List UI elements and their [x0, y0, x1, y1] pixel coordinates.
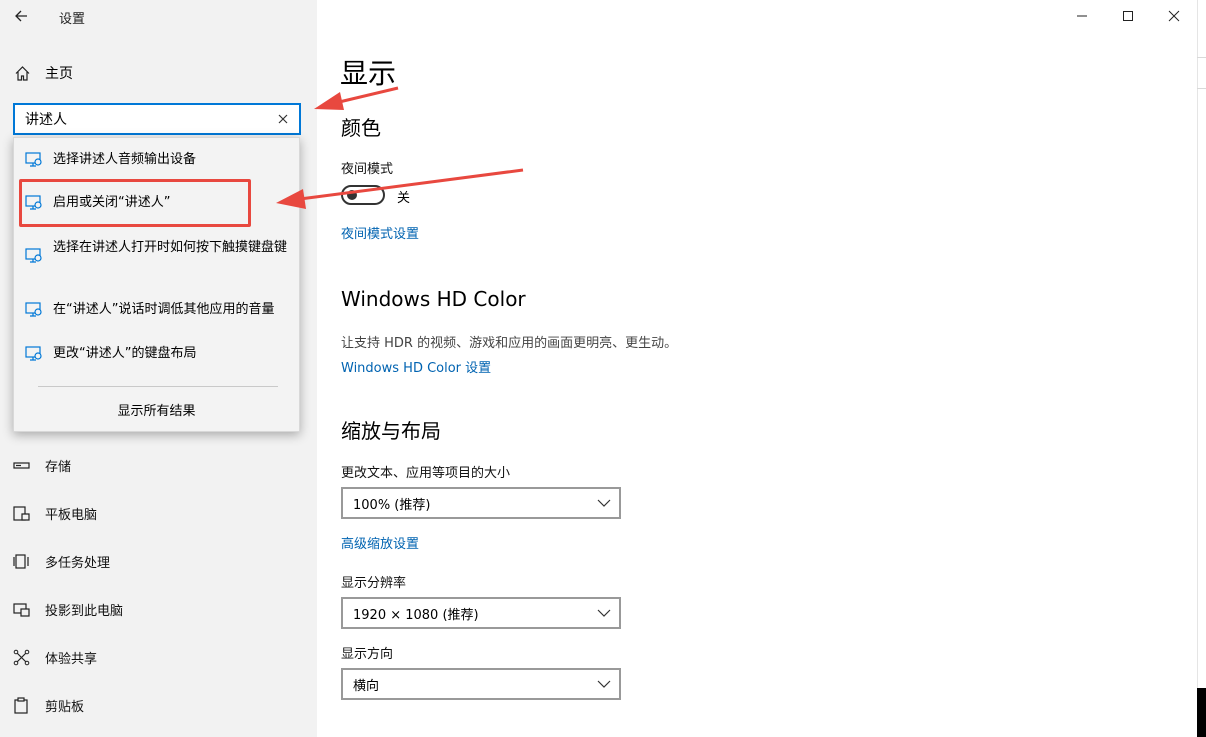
orientation-label: 显示方向	[341, 647, 394, 662]
scale-label: 更改文本、应用等项目的大小	[341, 466, 511, 481]
settings-window: 设置 主页 存储 平板电脑 多任务处理 投影到此电脑 体验共享 剪贴板 讲述人 …	[0, 0, 1197, 737]
nav-item-shared-experiences[interactable]: 体验共享	[13, 648, 97, 667]
hd-color-settings-link[interactable]: Windows HD Color 设置	[341, 357, 491, 376]
suggestion-item[interactable]: 选择讲述人音频输出设备	[14, 150, 299, 169]
shared-experiences-icon	[13, 649, 30, 666]
resolution-value: 1920 × 1080 (推荐)	[353, 607, 479, 623]
monitor-settings-icon	[25, 346, 42, 361]
night-light-toggle[interactable]	[341, 185, 385, 205]
clipboard-icon	[14, 697, 28, 714]
color-section-heading: 颜色	[341, 116, 381, 140]
suggestion-label: 更改“讲述人”的键盘布局	[53, 346, 197, 361]
resolution-label: 显示分辨率	[341, 576, 407, 591]
storage-icon	[13, 462, 30, 469]
suggestion-label: 选择讲述人音频输出设备	[53, 152, 197, 167]
divider	[38, 386, 278, 387]
home-nav-item[interactable]: 主页	[14, 63, 73, 83]
home-icon	[15, 65, 30, 81]
nav-item-clipboard[interactable]: 剪贴板	[13, 696, 84, 715]
background-window-edge	[1197, 0, 1206, 737]
tablet-icon	[13, 506, 30, 521]
nav-item-multitasking[interactable]: 多任务处理	[13, 552, 110, 571]
toggle-knob	[347, 190, 357, 200]
monitor-settings-icon	[25, 302, 42, 317]
nav-item-label: 存储	[45, 460, 72, 475]
nav-item-storage[interactable]: 存储	[13, 456, 71, 475]
hd-color-heading: Windows HD Color	[341, 287, 526, 311]
suggestion-item[interactable]: 选择在讲述人打开时如何按下触摸键盘键	[14, 238, 299, 264]
nav-item-label: 平板电脑	[45, 508, 98, 523]
back-button[interactable]	[6, 2, 36, 30]
divider	[1197, 88, 1206, 89]
projection-icon	[13, 603, 30, 617]
close-icon	[1168, 10, 1180, 22]
chevron-down-icon	[597, 609, 611, 617]
nav-item-label: 多任务处理	[45, 556, 111, 571]
search-input[interactable]: 讲述人	[13, 103, 301, 135]
nav-item-label: 剪贴板	[45, 700, 85, 715]
night-light-state: 关	[397, 191, 411, 206]
advanced-scaling-link[interactable]: 高级缩放设置	[341, 533, 419, 552]
back-arrow-icon	[15, 10, 27, 22]
nav-item-projection[interactable]: 投影到此电脑	[13, 600, 123, 619]
nav-item-tablet[interactable]: 平板电脑	[13, 504, 97, 523]
suggestion-item[interactable]: 更改“讲述人”的键盘布局	[14, 344, 299, 363]
scale-dropdown[interactable]: 100% (推荐)	[341, 487, 621, 519]
chevron-down-icon	[597, 499, 611, 507]
orientation-value: 横向	[353, 678, 380, 694]
close-button[interactable]	[1162, 4, 1186, 28]
nav-item-label: 投影到此电脑	[45, 604, 124, 619]
resolution-dropdown[interactable]: 1920 × 1080 (推荐)	[341, 597, 621, 629]
scale-layout-heading: 缩放与布局	[341, 419, 441, 443]
maximize-button[interactable]	[1116, 4, 1140, 28]
show-all-results-button[interactable]: 显示所有结果	[14, 400, 299, 419]
night-light-settings-link[interactable]: 夜间模式设置	[341, 223, 419, 242]
maximize-icon	[1123, 11, 1133, 21]
minimize-button[interactable]	[1070, 4, 1094, 28]
night-light-label: 夜间模式	[341, 162, 394, 177]
suggestion-label: 在“讲述人”说话时调低其他应用的音量	[53, 302, 275, 317]
app-title: 设置	[59, 12, 86, 27]
search-input-value: 讲述人	[25, 112, 67, 128]
annotation-highlight-box	[19, 179, 251, 227]
clear-search-button[interactable]	[275, 111, 291, 127]
page-title: 显示	[340, 57, 397, 90]
scale-value: 100% (推荐)	[353, 497, 431, 513]
nav-item-label: 体验共享	[45, 652, 98, 667]
suggestion-item[interactable]: 在“讲述人”说话时调低其他应用的音量	[14, 300, 299, 319]
multitasking-icon	[13, 554, 29, 569]
background-window-dark-area	[1197, 688, 1206, 737]
hd-color-description: 让支持 HDR 的视频、游戏和应用的画面更明亮、更生动。	[341, 336, 678, 351]
orientation-dropdown[interactable]: 横向	[341, 668, 621, 700]
monitor-settings-icon	[25, 248, 42, 263]
suggestion-label: 选择在讲述人打开时如何按下触摸键盘键	[53, 240, 288, 255]
chevron-down-icon	[597, 680, 611, 688]
minimize-icon	[1077, 15, 1087, 17]
divider	[1197, 57, 1206, 58]
close-icon	[278, 114, 288, 124]
monitor-settings-icon	[25, 152, 42, 167]
home-label: 主页	[45, 66, 73, 82]
